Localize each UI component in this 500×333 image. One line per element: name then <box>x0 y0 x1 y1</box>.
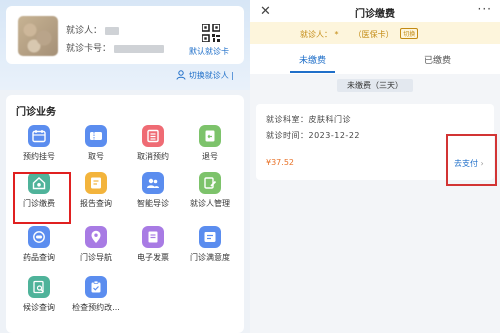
switch-patient-label: 切换就诊人 <box>188 71 229 80</box>
service-tile[interactable]: 退号 <box>183 125 237 171</box>
service-tile[interactable]: 检查预约改... <box>69 276 123 322</box>
patient-card-row: 就诊卡号： <box>66 41 165 54</box>
service-label: 候诊查询 <box>23 303 55 312</box>
banner-switch-button[interactable]: 切换 <box>400 28 419 39</box>
switch-user-icon <box>176 70 186 80</box>
service-label: 取号 <box>88 152 104 161</box>
people-icon <box>142 172 164 194</box>
tab-unpaid[interactable]: 未缴费 <box>250 53 375 66</box>
visit-date-label: 就诊时间： <box>266 131 309 140</box>
service-label: 智能导诊 <box>137 199 169 208</box>
survey-icon <box>199 226 221 248</box>
banner-patient-masked: * <box>334 30 339 39</box>
home-panel: 就诊人： 就诊卡号： 默认就诊卡 切换就诊人 | 门诊业务 预约挂号 取号 取消… <box>0 0 250 333</box>
patient-banner: 就诊人： * （医保卡） 切换 <box>250 22 500 44</box>
patient-card[interactable]: 就诊人： 就诊卡号： 默认就诊卡 <box>6 6 244 64</box>
filter-label: 未缴费（三天） <box>337 79 413 92</box>
switch-patient-bar: 切换就诊人 | <box>6 66 244 88</box>
service-tile[interactable]: 报告查询 <box>69 172 123 218</box>
department-row: 就诊科室：皮肤科门诊 <box>266 114 351 125</box>
list-icon <box>142 125 164 147</box>
unpaid-order-card[interactable]: 就诊科室：皮肤科门诊 就诊时间：2023-12-22 ¥37.52 去支付 › <box>256 104 497 186</box>
department-value: 皮肤科门诊 <box>308 115 351 124</box>
edit-icon <box>199 172 221 194</box>
service-label: 退号 <box>202 152 218 161</box>
filter-label-row: 未缴费（三天） <box>250 79 500 98</box>
service-tile[interactable]: 药品查询 <box>12 226 66 272</box>
payment-tabs: 未缴费 已缴费 <box>250 44 500 74</box>
highlight-box <box>13 172 71 224</box>
service-label: 门诊导航 <box>80 253 112 262</box>
search-document-icon <box>28 276 50 298</box>
avatar <box>18 16 58 56</box>
department-label: 就诊科室： <box>266 115 309 124</box>
service-tile[interactable]: 取消预约 <box>126 125 180 171</box>
service-label: 电子发票 <box>137 253 169 262</box>
amount-due: ¥37.52 <box>266 158 294 167</box>
service-tile[interactable]: 电子发票 <box>126 226 180 272</box>
page-title: 门诊缴费 <box>355 9 395 20</box>
location-pin-icon <box>85 226 107 248</box>
service-label: 预约挂号 <box>23 152 55 161</box>
visit-date-row: 就诊时间：2023-12-22 <box>266 130 360 141</box>
service-label: 就诊人管理 <box>190 199 230 208</box>
service-tile[interactable]: 候诊查询 <box>12 276 66 322</box>
service-tile[interactable]: 取号 <box>69 125 123 171</box>
tab-paid[interactable]: 已缴费 <box>375 53 500 66</box>
pill-icon <box>28 226 50 248</box>
banner-patient-label: 就诊人： <box>300 30 332 39</box>
patient-card-label: 就诊卡号： <box>66 44 112 54</box>
calendar-icon <box>28 125 50 147</box>
service-tile[interactable]: 就诊人管理 <box>183 172 237 218</box>
active-tab-indicator <box>290 71 335 73</box>
default-card-label[interactable]: 默认就诊卡 <box>189 46 229 57</box>
service-label: 门诊满意度 <box>190 253 230 262</box>
service-tile[interactable]: 预约挂号 <box>12 125 66 171</box>
document-return-icon <box>199 125 221 147</box>
switch-patient-link[interactable]: 切换就诊人 | <box>176 70 234 81</box>
service-label: 检查预约改... <box>72 303 120 312</box>
report-icon <box>85 172 107 194</box>
banner-text: 就诊人： * （医保卡） 切换 <box>300 28 419 40</box>
ticket-icon <box>85 125 107 147</box>
service-tile[interactable]: 智能导诊 <box>126 172 180 218</box>
patient-card-redacted <box>114 44 165 53</box>
patient-name-redacted <box>105 26 120 35</box>
patient-name-row: 就诊人： <box>66 23 120 36</box>
invoice-icon <box>142 226 164 248</box>
banner-card-type: （医保卡） <box>353 30 394 39</box>
service-label: 取消预约 <box>137 152 169 161</box>
pay-highlight-box <box>446 134 497 186</box>
patient-name-label: 就诊人： <box>66 26 103 36</box>
service-tile[interactable]: 门诊满意度 <box>183 226 237 272</box>
visit-date-value: 2023-12-22 <box>308 131 360 140</box>
service-tile[interactable]: 门诊导航 <box>69 226 123 272</box>
qr-code-icon[interactable] <box>202 24 220 42</box>
top-bar: ✕ 门诊缴费 ··· <box>250 0 500 22</box>
section-title: 门诊业务 <box>16 107 56 118</box>
service-label: 药品查询 <box>23 253 55 262</box>
clipboard-icon <box>85 276 107 298</box>
switch-divider: | <box>228 71 234 80</box>
service-label: 报告查询 <box>80 199 112 208</box>
payment-panel: ✕ 门诊缴费 ··· 就诊人： * （医保卡） 切换 未缴费 已缴费 未缴费（三… <box>250 0 500 333</box>
more-options-icon[interactable]: ··· <box>478 2 492 16</box>
